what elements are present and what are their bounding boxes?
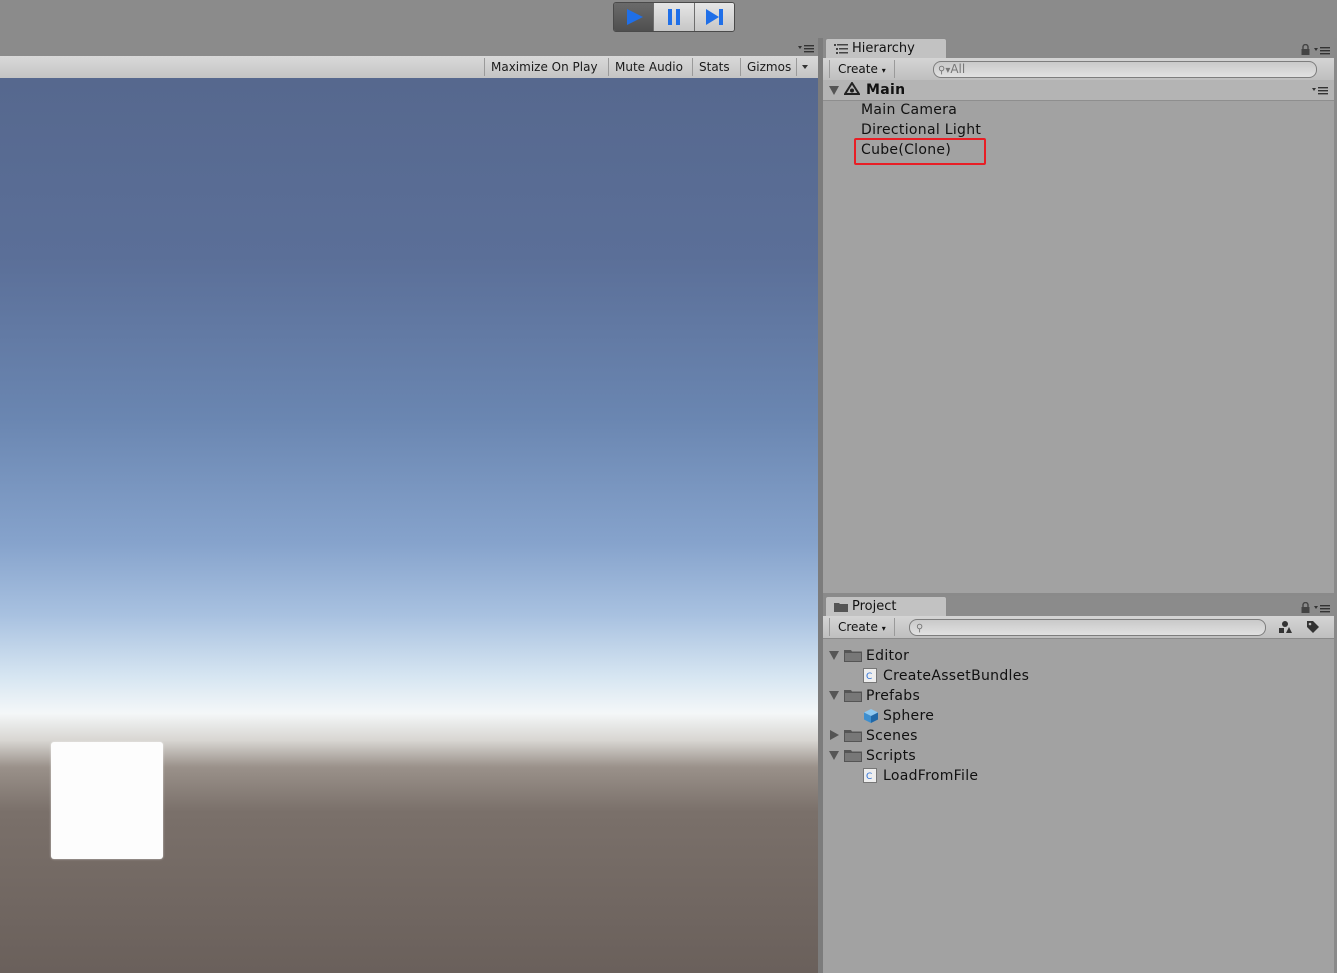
project-window-controls [1301,602,1330,613]
play-toolbar [0,0,1337,38]
hierarchy-tab-strip: Hierarchy [823,38,1334,59]
svg-text:C: C [866,672,872,682]
project-folder-scripts[interactable]: Scripts [866,746,916,766]
search-icon: ⚲▾ [938,65,951,76]
hierarchy-search-input[interactable]: ⚲▾All [933,61,1317,78]
game-toolbar: Maximize On Play Mute Audio Stats Gizmos [0,56,818,79]
folder-icon [834,603,848,612]
gizmos-dropdown[interactable] [796,58,813,76]
folder-icon [844,650,862,662]
lock-icon[interactable] [1301,44,1310,55]
project-item-createassetbundles[interactable]: CreateAssetBundles [883,666,1029,686]
project-panel: Project Create ▾ ⚲ Editor C CreateAssetB… [823,596,1334,973]
panel-menu-icon[interactable] [1314,603,1330,613]
project-folder-editor[interactable]: Editor [866,646,909,666]
expand-arrow-icon[interactable] [829,691,839,700]
hierarchy-panel: Hierarchy Create ▾ ⚲▾All Main Main Camer… [823,38,1334,593]
game-view: Maximize On Play Mute Audio Stats Gizmos [0,38,818,973]
expand-arrow-icon[interactable] [829,751,839,760]
folder-icon [844,690,862,702]
tab-hierarchy[interactable]: Hierarchy [825,38,947,59]
hierarchy-tab-label: Hierarchy [852,41,915,56]
hierarchy-item[interactable]: Directional Light [861,120,981,140]
tab-project[interactable]: Project [825,596,947,617]
unity-logo-icon [844,82,860,95]
project-item-loadfromfile[interactable]: LoadFromFile [883,766,978,786]
filter-by-label-icon[interactable] [1306,620,1320,634]
collapse-arrow-icon[interactable] [830,730,839,740]
gizmos-button[interactable]: Gizmos [740,58,797,76]
highlight-annotation [854,138,986,165]
search-icon: ⚲ [916,623,924,634]
project-search-input[interactable]: ⚲ [909,619,1266,636]
project-folder-prefabs[interactable]: Prefabs [866,686,920,706]
pause-icon [667,9,680,25]
project-item-sphere[interactable]: Sphere [883,706,934,726]
chevron-down-icon: ▾ [881,66,886,75]
game-viewport[interactable] [0,78,818,973]
panel-menu-icon[interactable] [798,43,814,53]
svg-text:C: C [866,772,872,782]
hierarchy-item[interactable]: Main Camera [861,100,957,120]
play-icon [626,9,643,25]
chevron-down-icon: ▾ [881,624,886,633]
search-placeholder: All [950,62,966,76]
lock-icon[interactable] [1301,602,1310,613]
pause-button[interactable] [654,3,695,31]
hierarchy-window-controls [1301,44,1330,55]
list-icon [834,43,848,54]
prefab-cube-icon [864,709,878,723]
csharp-script-icon: C [863,668,877,683]
hierarchy-toolbar: Create ▾ ⚲▾All [823,58,1334,81]
maximize-on-play-button[interactable]: Maximize On Play [484,58,604,76]
project-toolbar: Create ▾ ⚲ [823,616,1334,639]
hierarchy-create-button[interactable]: Create ▾ [829,60,895,78]
project-tab-strip: Project [823,596,1334,617]
step-button[interactable] [694,3,734,31]
project-create-button[interactable]: Create ▾ [829,618,895,636]
folder-icon [844,730,862,742]
create-label: Create [838,62,878,76]
expand-arrow-icon[interactable] [829,651,839,660]
game-tab-strip [0,38,818,56]
play-button[interactable] [614,3,655,31]
filter-by-type-icon[interactable] [1278,620,1292,634]
stats-button[interactable]: Stats [692,58,736,76]
csharp-script-icon: C [863,768,877,783]
play-controls [613,2,735,32]
project-tab-label: Project [852,599,897,614]
create-label: Create [838,620,878,634]
mute-audio-button[interactable]: Mute Audio [608,58,689,76]
step-icon [706,9,724,25]
panel-menu-icon[interactable] [1314,45,1330,55]
scene-name: Main [866,82,906,98]
folder-icon [844,750,862,762]
expand-arrow-icon[interactable] [829,86,839,95]
scene-header-main[interactable]: Main [823,80,1334,101]
cube-object [51,742,163,859]
project-folder-scenes[interactable]: Scenes [866,726,918,746]
scene-menu-icon[interactable] [1312,85,1328,95]
chevron-down-icon [802,65,808,69]
